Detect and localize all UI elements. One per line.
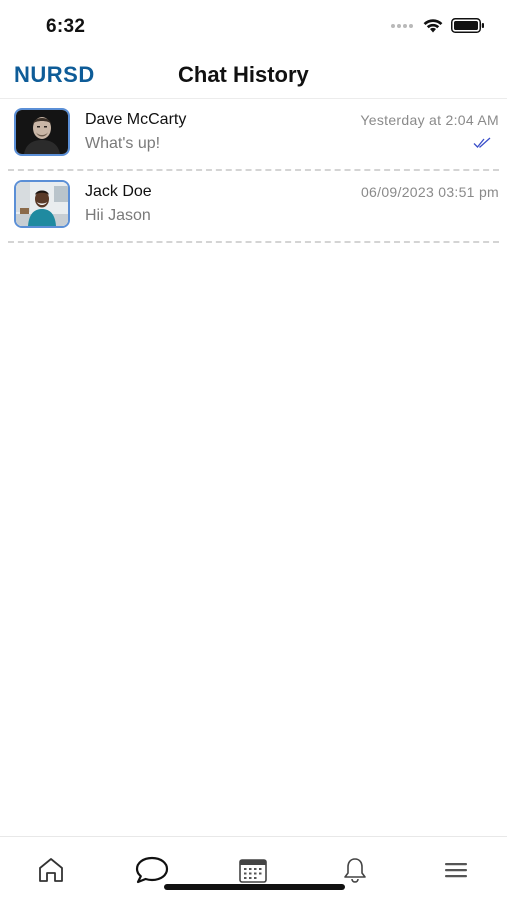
wifi-icon xyxy=(423,19,443,33)
tab-menu[interactable] xyxy=(436,853,476,887)
home-indicator[interactable] xyxy=(164,884,345,890)
menu-icon xyxy=(445,863,467,878)
app-header: NURSD Chat History xyxy=(0,54,507,99)
status-time: 6:32 xyxy=(46,16,86,37)
chat-preview: Hii Jason xyxy=(85,207,151,224)
chat-preview: What's up! xyxy=(85,135,161,152)
signal-icon xyxy=(391,23,413,28)
chat-timestamp: Yesterday at 2:04 AM xyxy=(360,112,499,128)
chat-list-item[interactable]: Dave McCarty What's up! Yesterday at 2:0… xyxy=(8,99,499,171)
calendar-icon xyxy=(239,859,267,883)
tab-chat[interactable] xyxy=(132,853,172,887)
tab-calendar[interactable] xyxy=(233,853,273,887)
chat-list-item[interactable]: Jack Doe Hii Jason 06/09/2023 03:51 pm xyxy=(8,171,499,243)
battery-icon xyxy=(451,18,484,33)
tab-bar xyxy=(0,836,507,901)
chat-list: Dave McCarty What's up! Yesterday at 2:0… xyxy=(0,99,507,243)
chat-timestamp: 06/09/2023 03:51 pm xyxy=(360,184,499,200)
status-bar: 6:32 xyxy=(0,0,507,54)
avatar xyxy=(14,180,70,228)
brand-logo[interactable]: NURSD xyxy=(14,62,95,88)
tab-notifications[interactable] xyxy=(335,853,375,887)
tab-home[interactable] xyxy=(31,853,71,887)
page-title: Chat History xyxy=(178,62,309,87)
chat-name: Dave McCarty xyxy=(85,111,187,128)
chat-name: Jack Doe xyxy=(85,183,152,200)
home-icon xyxy=(39,858,63,882)
avatar xyxy=(14,108,70,156)
chat-bubble-icon xyxy=(135,856,169,884)
double-check-icon xyxy=(473,137,491,148)
bell-icon xyxy=(344,858,366,883)
status-icons xyxy=(391,18,485,33)
